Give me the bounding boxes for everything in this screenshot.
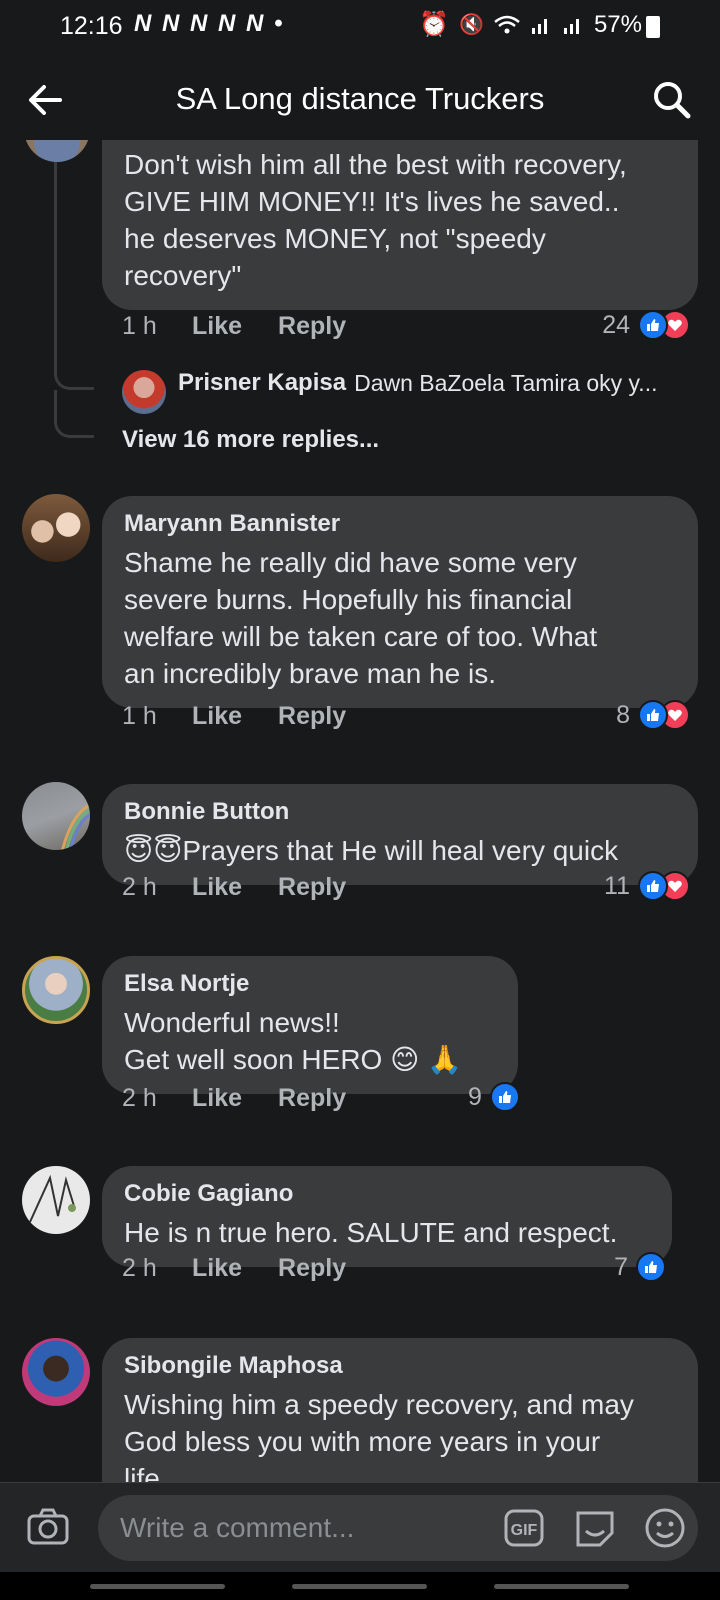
- camera-button[interactable]: [26, 1507, 70, 1547]
- gif-icon: GIF: [504, 1509, 544, 1547]
- like-reaction-icon: [636, 1252, 666, 1282]
- thread-connector: [54, 420, 94, 438]
- status-bar: 12:16 N N N N N • ⏰ 🔇 57%: [0, 0, 720, 52]
- comment-text: Wonderful news!! Get well soon HERO 😊 🙏: [124, 1007, 462, 1075]
- comment-text: Don't wish him all the best with recover…: [124, 149, 627, 291]
- reply-button[interactable]: Reply: [278, 1084, 346, 1113]
- emoji-button[interactable]: [644, 1507, 686, 1549]
- avatar[interactable]: [22, 1338, 90, 1406]
- like-button[interactable]: Like: [192, 1084, 242, 1113]
- system-nav-bar: [0, 1572, 720, 1600]
- status-icons: ⏰ 🔇 57%: [419, 10, 642, 39]
- svg-text:GIF: GIF: [511, 1522, 538, 1539]
- like-reaction-icon: [489, 1082, 520, 1112]
- comment-time: 2 h: [122, 1254, 157, 1282]
- avatar[interactable]: [22, 956, 90, 1024]
- comment-actions: 1 h Like Reply: [122, 312, 382, 341]
- comment-actions: 2 h Like Reply: [122, 873, 382, 902]
- comment-bubble[interactable]: Bonnie Button 😇😇Prayers that He will hea…: [102, 784, 698, 885]
- comment-time: 1 h: [122, 702, 157, 730]
- comment-text: 😇😇Prayers that He will heal very quick: [124, 835, 619, 866]
- reaction-summary[interactable]: 9: [468, 1082, 520, 1112]
- comment-composer: GIF: [0, 1482, 720, 1572]
- search-button[interactable]: [648, 76, 696, 124]
- reaction-summary[interactable]: 24: [602, 310, 690, 340]
- reaction-summary[interactable]: 7: [614, 1252, 666, 1282]
- like-button[interactable]: Like: [192, 702, 242, 731]
- reply-snippet: Dawn BaZoela Tamira oky y...: [354, 369, 658, 396]
- status-time: 12:16: [60, 12, 123, 40]
- thread-line: [54, 162, 57, 372]
- avatar[interactable]: [22, 1166, 90, 1234]
- reaction-count: 9: [468, 1082, 482, 1111]
- reply-button[interactable]: Reply: [278, 702, 346, 731]
- comment-text: Wishing him a speedy recovery, and may G…: [124, 1389, 634, 1482]
- like-reaction-icon: [638, 871, 668, 901]
- comment-time: 2 h: [122, 1084, 157, 1112]
- sticker-button[interactable]: [574, 1507, 616, 1549]
- thread-connector: [54, 372, 94, 390]
- battery-icon: [646, 16, 660, 38]
- avatar[interactable]: [22, 782, 90, 850]
- like-reaction-icon: [638, 310, 668, 340]
- comment-text: Shame he really did have some very sever…: [124, 547, 598, 689]
- notification-icons: N N N N N •: [134, 10, 285, 37]
- comment-time: 2 h: [122, 873, 157, 901]
- comment-author[interactable]: Elsa Nortje: [124, 970, 498, 998]
- mute-icon: 🔇: [459, 14, 484, 36]
- comment-bubble[interactable]: Maryann Bannister Shame he really did ha…: [102, 496, 698, 708]
- reply-author[interactable]: Prisner Kapisa: [178, 369, 346, 397]
- comment-text: He is n true hero. SALUTE and respect.: [124, 1217, 618, 1248]
- signal-icon: [531, 18, 547, 34]
- sketch-image: [29, 1174, 76, 1223]
- gif-button[interactable]: GIF: [504, 1509, 544, 1547]
- recents-handle[interactable]: [90, 1584, 225, 1589]
- avatar[interactable]: [22, 494, 90, 562]
- home-handle[interactable]: [292, 1584, 427, 1589]
- comment-actions: 2 h Like Reply: [122, 1084, 382, 1113]
- comment-author[interactable]: Bonnie Button: [124, 798, 678, 826]
- reaction-summary[interactable]: 11: [604, 871, 690, 901]
- search-icon: [654, 82, 691, 119]
- like-reaction-icon: [638, 700, 668, 730]
- reply-preview[interactable]: Prisner Kapisa Dawn BaZoela Tamira oky y…: [122, 369, 692, 397]
- like-button[interactable]: Like: [192, 1254, 242, 1283]
- signal-icon-2: [563, 18, 579, 34]
- comment-actions: 1 h Like Reply: [122, 702, 382, 731]
- comment-bubble[interactable]: Sibongile Maphosa Wishing him a speedy r…: [102, 1338, 698, 1482]
- reaction-summary[interactable]: 8: [616, 700, 690, 730]
- avatar[interactable]: [24, 140, 90, 162]
- like-button[interactable]: Like: [192, 312, 242, 341]
- reply-button[interactable]: Reply: [278, 873, 346, 902]
- comment-author[interactable]: Sibongile Maphosa: [124, 1352, 678, 1380]
- wifi-icon: [494, 15, 520, 33]
- view-more-replies[interactable]: View 16 more replies...: [122, 426, 379, 454]
- comment-bubble[interactable]: Cobie Gagiano He is n true hero. SALUTE …: [102, 1166, 672, 1267]
- thread-line: [54, 390, 57, 420]
- comment-author[interactable]: Cobie Gagiano: [124, 1180, 652, 1208]
- reaction-count: 8: [616, 700, 630, 729]
- app-header: SA Long distance Truckers: [0, 60, 720, 140]
- smiley-icon: [645, 1508, 685, 1548]
- alarm-icon: ⏰: [419, 11, 450, 38]
- comment-author[interactable]: Maryann Bannister: [124, 510, 678, 538]
- reaction-count: 11: [604, 871, 630, 900]
- reaction-count: 7: [614, 1252, 628, 1281]
- back-handle[interactable]: [494, 1584, 629, 1589]
- like-button[interactable]: Like: [192, 873, 242, 902]
- sticker-icon: [576, 1511, 614, 1547]
- comment-actions: 2 h Like Reply: [122, 1254, 382, 1283]
- reply-button[interactable]: Reply: [278, 1254, 346, 1283]
- battery-level: 57%: [593, 10, 642, 38]
- comment-time: 1 h: [122, 312, 157, 340]
- comments-feed[interactable]: Don't wish him all the best with recover…: [0, 140, 720, 1482]
- reply-button[interactable]: Reply: [278, 312, 346, 341]
- comment-bubble[interactable]: Elsa Nortje Wonderful news!! Get well so…: [102, 956, 518, 1094]
- camera-icon: [27, 1508, 69, 1545]
- page-title: SA Long distance Truckers: [175, 81, 545, 116]
- rainbow-image: [60, 803, 90, 850]
- reaction-count: 24: [602, 310, 630, 339]
- comment-bubble[interactable]: Don't wish him all the best with recover…: [102, 140, 698, 310]
